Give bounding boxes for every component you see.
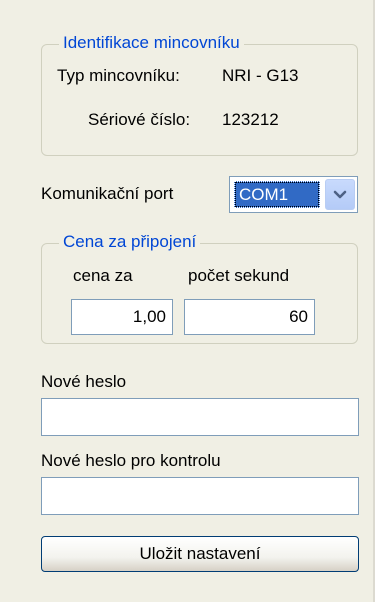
communication-port-select[interactable]: COM1	[229, 176, 358, 213]
serial-number-value: 123212	[222, 110, 279, 129]
communication-port-selected-value: COM1	[234, 181, 320, 208]
connection-price-group-title: Cena za připojení	[59, 232, 201, 252]
seconds-label: počet sekund	[188, 266, 290, 285]
save-settings-button[interactable]: Uložit nastavení	[41, 536, 359, 572]
dropdown-button[interactable]	[325, 179, 355, 210]
settings-panel: Identifikace mincovníku Typ mincovníku: …	[0, 0, 375, 602]
cost-label: cena za	[73, 266, 133, 285]
chevron-down-icon	[333, 190, 347, 198]
communication-port-label: Komunikační port	[41, 184, 173, 204]
identification-group-title: Identifikace mincovníku	[59, 33, 244, 53]
confirm-password-input[interactable]	[41, 477, 359, 515]
serial-number-label: Sériové číslo:	[88, 110, 191, 129]
coin-mechanism-type-label: Typ mincovníku:	[57, 66, 180, 85]
coin-mechanism-type-value: NRI - G13	[222, 66, 299, 85]
identification-group	[41, 44, 358, 156]
communication-port-label-text: Komunikační port	[41, 184, 174, 203]
confirm-password-label: Nové heslo pro kontrolu	[41, 451, 221, 470]
window-edge	[377, 0, 390, 602]
seconds-input[interactable]	[184, 299, 315, 335]
new-password-label: Nové heslo	[41, 372, 127, 391]
cost-input[interactable]	[71, 299, 173, 335]
new-password-input[interactable]	[41, 398, 359, 436]
